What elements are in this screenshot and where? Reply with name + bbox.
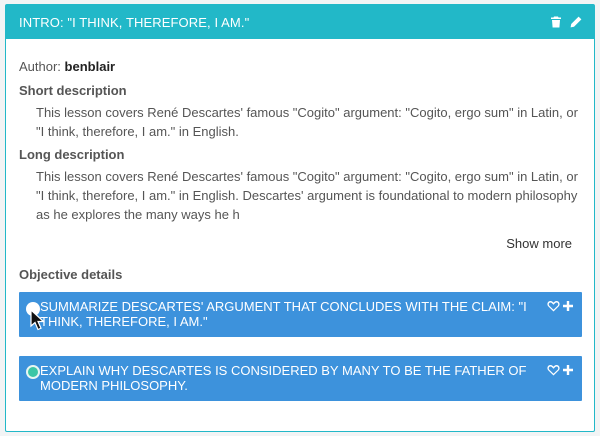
heart-icon[interactable] bbox=[547, 300, 560, 312]
objective-radio[interactable] bbox=[26, 365, 40, 379]
heart-icon[interactable] bbox=[547, 364, 560, 376]
long-description-label: Long description bbox=[19, 147, 125, 162]
objective-radio[interactable] bbox=[26, 302, 40, 316]
objective-text: SUMMARIZE DESCARTES' ARGUMENT THAT CONCL… bbox=[40, 299, 527, 329]
long-description-text: This lesson covers René Descartes' famou… bbox=[36, 169, 578, 222]
short-description-label: Short description bbox=[19, 83, 127, 98]
objective-details-label: Objective details bbox=[19, 267, 123, 282]
objective-item[interactable]: EXPLAIN WHY DESCARTES IS CONSIDERED BY M… bbox=[19, 356, 582, 401]
objective-item[interactable]: SUMMARIZE DESCARTES' ARGUMENT THAT CONCL… bbox=[19, 292, 582, 337]
author-label: Author: bbox=[19, 59, 61, 74]
header-actions bbox=[550, 16, 582, 28]
panel-header: INTRO: "I THINK, THEREFORE, I AM." bbox=[6, 5, 594, 39]
objective-actions bbox=[547, 364, 573, 376]
objective-actions bbox=[547, 300, 573, 312]
plus-icon[interactable] bbox=[563, 365, 573, 375]
lesson-panel: INTRO: "I THINK, THEREFORE, I AM." Autho… bbox=[5, 4, 595, 432]
lesson-title: INTRO: "I THINK, THEREFORE, I AM." bbox=[19, 14, 250, 30]
plus-icon[interactable] bbox=[563, 301, 573, 311]
trash-icon[interactable] bbox=[550, 16, 562, 28]
short-description-text: This lesson covers René Descartes' famou… bbox=[36, 105, 578, 139]
show-more-link[interactable]: Show more bbox=[506, 236, 572, 251]
objective-text: EXPLAIN WHY DESCARTES IS CONSIDERED BY M… bbox=[40, 363, 527, 393]
author-row: Author: benblair bbox=[19, 59, 115, 74]
author-name: benblair bbox=[64, 59, 116, 74]
pencil-icon[interactable] bbox=[570, 16, 582, 28]
